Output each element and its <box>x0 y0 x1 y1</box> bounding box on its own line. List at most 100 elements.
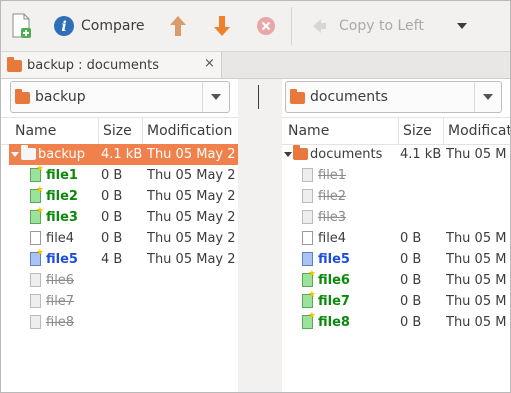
folder-icon <box>15 87 31 107</box>
row-size: 0 B <box>400 273 422 288</box>
row-date: Thu 05 May 2 <box>147 252 236 267</box>
tab-comparison[interactable]: backup : documents × <box>1 52 222 78</box>
table-row[interactable]: file7 <box>9 291 238 312</box>
table-row[interactable]: documents 4.1 kB Thu 05 M <box>282 144 510 165</box>
table-row[interactable]: ★ file1 0 B Thu 05 May 2 <box>9 165 238 186</box>
row-name: file6 <box>318 273 350 288</box>
table-row[interactable]: file5 0 B Thu 05 M <box>282 249 510 270</box>
file-missing-icon <box>30 273 41 287</box>
file-new-icon: ★ <box>302 270 316 287</box>
table-row[interactable]: ★ file2 0 B Thu 05 May 2 <box>9 186 238 207</box>
expander-icon[interactable] <box>284 152 292 157</box>
table-row[interactable]: file4 0 B Thu 05 May 2 <box>9 228 238 249</box>
left-path-value: backup <box>35 89 86 105</box>
arrow-left-icon <box>313 19 326 33</box>
table-row[interactable]: file6 <box>9 270 238 291</box>
row-name: file3 <box>318 210 347 225</box>
new-comparison-icon <box>12 13 31 38</box>
right-path-combo[interactable]: documents <box>285 81 502 113</box>
compare-label: Compare <box>81 18 145 34</box>
copy-to-left-label: Copy to Left <box>339 18 424 34</box>
file-modified-icon: ★ <box>30 249 44 266</box>
table-row[interactable]: file3 <box>282 207 510 228</box>
left-path-combo[interactable]: backup <box>10 81 230 113</box>
row-date: Thu 05 M <box>446 273 507 288</box>
folder-icon <box>293 145 308 160</box>
table-row[interactable]: file1 <box>282 165 510 186</box>
table-row[interactable]: ★ file3 0 B Thu 05 May 2 <box>9 207 238 228</box>
left-col-modification[interactable]: Modification <box>143 118 238 144</box>
meld-window: i Compare Copy to Left backup: document… <box>0 0 511 393</box>
row-size: 0 B <box>400 252 422 267</box>
row-size: 0 B <box>400 231 422 246</box>
folder-icon <box>290 87 306 107</box>
table-row[interactable]: ★ file5 4 B Thu 05 May 2 <box>9 249 238 270</box>
row-date: Thu 05 May 2 <box>147 147 236 162</box>
previous-change-button[interactable] <box>167 11 189 41</box>
row-name: file8 <box>46 315 75 330</box>
stop-button[interactable] <box>255 11 277 41</box>
left-col-size[interactable]: Size <box>99 118 143 144</box>
table-row[interactable]: file2 <box>282 186 510 207</box>
pane-gutter <box>238 79 282 392</box>
file-new-icon: ★ <box>30 207 44 224</box>
row-name: file5 <box>318 252 350 267</box>
file-new-icon: ★ <box>30 165 44 182</box>
pane-gutter-marker <box>258 85 259 109</box>
file-missing-icon <box>302 168 313 182</box>
row-date: Thu 05 M <box>446 315 507 330</box>
folder-icon <box>7 55 23 75</box>
right-col-modification[interactable]: Modificatio <box>444 118 510 144</box>
tab-title: backup : documents <box>27 57 159 73</box>
table-row[interactable]: ★ file7 0 B Thu 05 M <box>282 291 510 312</box>
table-row[interactable]: file8 <box>9 312 238 333</box>
row-size: 0 B <box>400 315 422 330</box>
row-date: Thu 05 M <box>446 252 507 267</box>
file-icon <box>30 231 41 245</box>
file-missing-icon <box>30 294 41 308</box>
file-new-icon: ★ <box>302 312 316 329</box>
row-name: file1 <box>318 168 347 183</box>
row-size: 0 B <box>400 294 422 309</box>
row-date: Thu 05 May 2 <box>147 189 236 204</box>
copy-to-left-button[interactable]: Copy to Left <box>311 11 424 41</box>
row-name: file8 <box>318 315 350 330</box>
expander-icon[interactable] <box>11 152 19 157</box>
left-column-header: Name Size Modification <box>1 117 238 145</box>
file-new-icon: ★ <box>30 186 44 203</box>
row-name: backup <box>38 147 85 162</box>
toolbar-menu-button[interactable] <box>457 11 467 41</box>
row-name: file7 <box>318 294 350 309</box>
file-new-icon: ★ <box>302 291 316 308</box>
row-name: file2 <box>318 189 347 204</box>
row-size: 0 B <box>101 189 123 204</box>
new-comparison-button[interactable] <box>11 11 33 41</box>
next-change-button[interactable] <box>211 11 233 41</box>
table-row[interactable]: file4 0 B Thu 05 M <box>282 228 510 249</box>
chevron-down-icon[interactable] <box>202 82 229 112</box>
table-row[interactable]: ★ file6 0 B Thu 05 M <box>282 270 510 291</box>
row-date: Thu 05 M <box>446 294 507 309</box>
toolbar: i Compare Copy to Left <box>1 1 510 52</box>
table-row[interactable]: backup 4.1 kB Thu 05 May 2 <box>9 144 238 165</box>
row-name: file4 <box>318 231 347 246</box>
row-date: Thu 05 M <box>446 147 507 162</box>
row-date: Thu 05 May 2 <box>147 168 236 183</box>
close-icon[interactable]: × <box>204 56 215 71</box>
toolbar-separator <box>291 7 292 45</box>
table-row[interactable]: ★ file8 0 B Thu 05 M <box>282 312 510 333</box>
row-date: Thu 05 M <box>446 231 507 246</box>
row-size: 0 B <box>101 210 123 225</box>
right-col-size[interactable]: Size <box>399 118 444 144</box>
tab-bar: backup : documents × <box>1 52 510 79</box>
right-path-value: documents <box>310 89 388 105</box>
arrow-down-icon <box>214 16 230 36</box>
chevron-down-icon[interactable] <box>474 82 501 112</box>
right-col-name[interactable]: Name <box>284 118 399 144</box>
svg-text:i: i <box>61 19 66 35</box>
row-name: file5 <box>46 252 78 267</box>
compare-button[interactable]: i Compare <box>53 11 145 41</box>
row-name: file7 <box>46 294 75 309</box>
left-col-name[interactable]: Name <box>11 118 99 144</box>
info-icon: i <box>54 16 74 36</box>
